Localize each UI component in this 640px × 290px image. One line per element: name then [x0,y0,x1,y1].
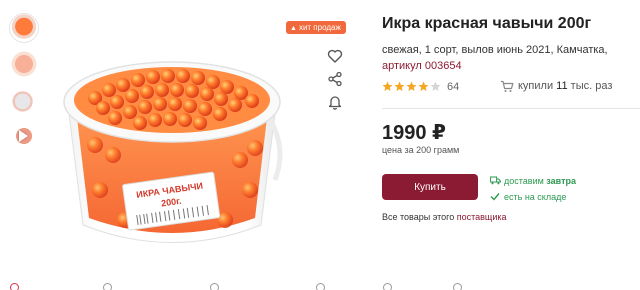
rating-stars[interactable] [382,81,442,93]
tab-1-icon [10,283,19,290]
truck-icon [490,176,501,185]
fire-icon: ▲ [290,25,297,32]
tab-2-icon [103,283,112,290]
tab-6-icon [453,283,462,290]
bought-prefix: купили [518,80,554,92]
all-goods: Все товары этого поставщика [382,212,507,222]
stock-row: есть на складе [490,189,576,205]
buy-button[interactable]: Купить [382,174,478,200]
tab-2[interactable] [103,283,116,290]
thumbnail-video[interactable] [10,122,38,150]
divider [382,108,640,109]
stock-status: есть на складе [504,192,567,202]
product-image: ИКРА ЧАВЫЧИ 200г. [63,61,283,243]
tab-1[interactable] [10,283,23,290]
delivery-info: доставим завтра есть на складе [490,173,576,205]
hit-badge: ▲ хит продаж [286,21,346,34]
heart-icon[interactable] [327,48,343,64]
bell-icon[interactable] [327,94,343,110]
share-icon[interactable] [327,71,343,87]
description-text: свежая, 1 сорт, вылов июнь 2021, Камчатк… [382,44,608,56]
hit-badge-label: хит продаж [298,23,341,32]
reviews-count[interactable]: 64 [447,81,459,93]
thumbnail-1[interactable] [10,14,38,42]
play-icon [19,130,28,142]
rating-row: 64 купили 11 тыс. раз [382,80,640,96]
tab-4-icon [316,283,325,290]
cart-icon [501,80,514,92]
star-icon [406,81,417,92]
all-goods-prefix: Все товары этого [382,212,455,222]
thumbnail-2[interactable] [10,50,38,78]
tab-6[interactable] [453,283,466,290]
bought-suffix: тыс. раз [570,80,613,92]
bought-number: 11 [556,80,568,92]
bottom-tab-strip [0,283,640,290]
star-icon [418,81,429,92]
product-description: свежая, 1 сорт, вылов июнь 2021, Камчатк… [382,42,632,74]
sku-number[interactable]: 003654 [425,60,462,72]
product-title: Икра красная чавычи 200г [382,15,592,32]
star-icon [382,81,393,92]
star-icon [394,81,405,92]
bought-count: купили 11 тыс. раз [500,80,612,92]
price-note: цена за 200 грамм [382,145,460,155]
tab-5-icon [383,283,392,290]
delivery-when: завтра [546,176,576,186]
sku-label[interactable]: артикул [382,60,422,72]
tab-4[interactable] [316,283,329,290]
delivery-row: доставим завтра [490,173,576,189]
tab-3-icon [210,283,219,290]
price: 1990 ₽ [382,122,446,144]
tab-5[interactable] [383,283,396,290]
thumbnail-3[interactable] [10,86,38,114]
star-icon [430,81,441,92]
supplier-link[interactable]: поставщика [457,212,507,222]
side-actions [327,48,343,117]
thumbnail-list [10,14,42,158]
tab-3[interactable] [210,283,223,290]
delivery-prefix: доставим [504,176,544,186]
check-icon [490,193,500,201]
